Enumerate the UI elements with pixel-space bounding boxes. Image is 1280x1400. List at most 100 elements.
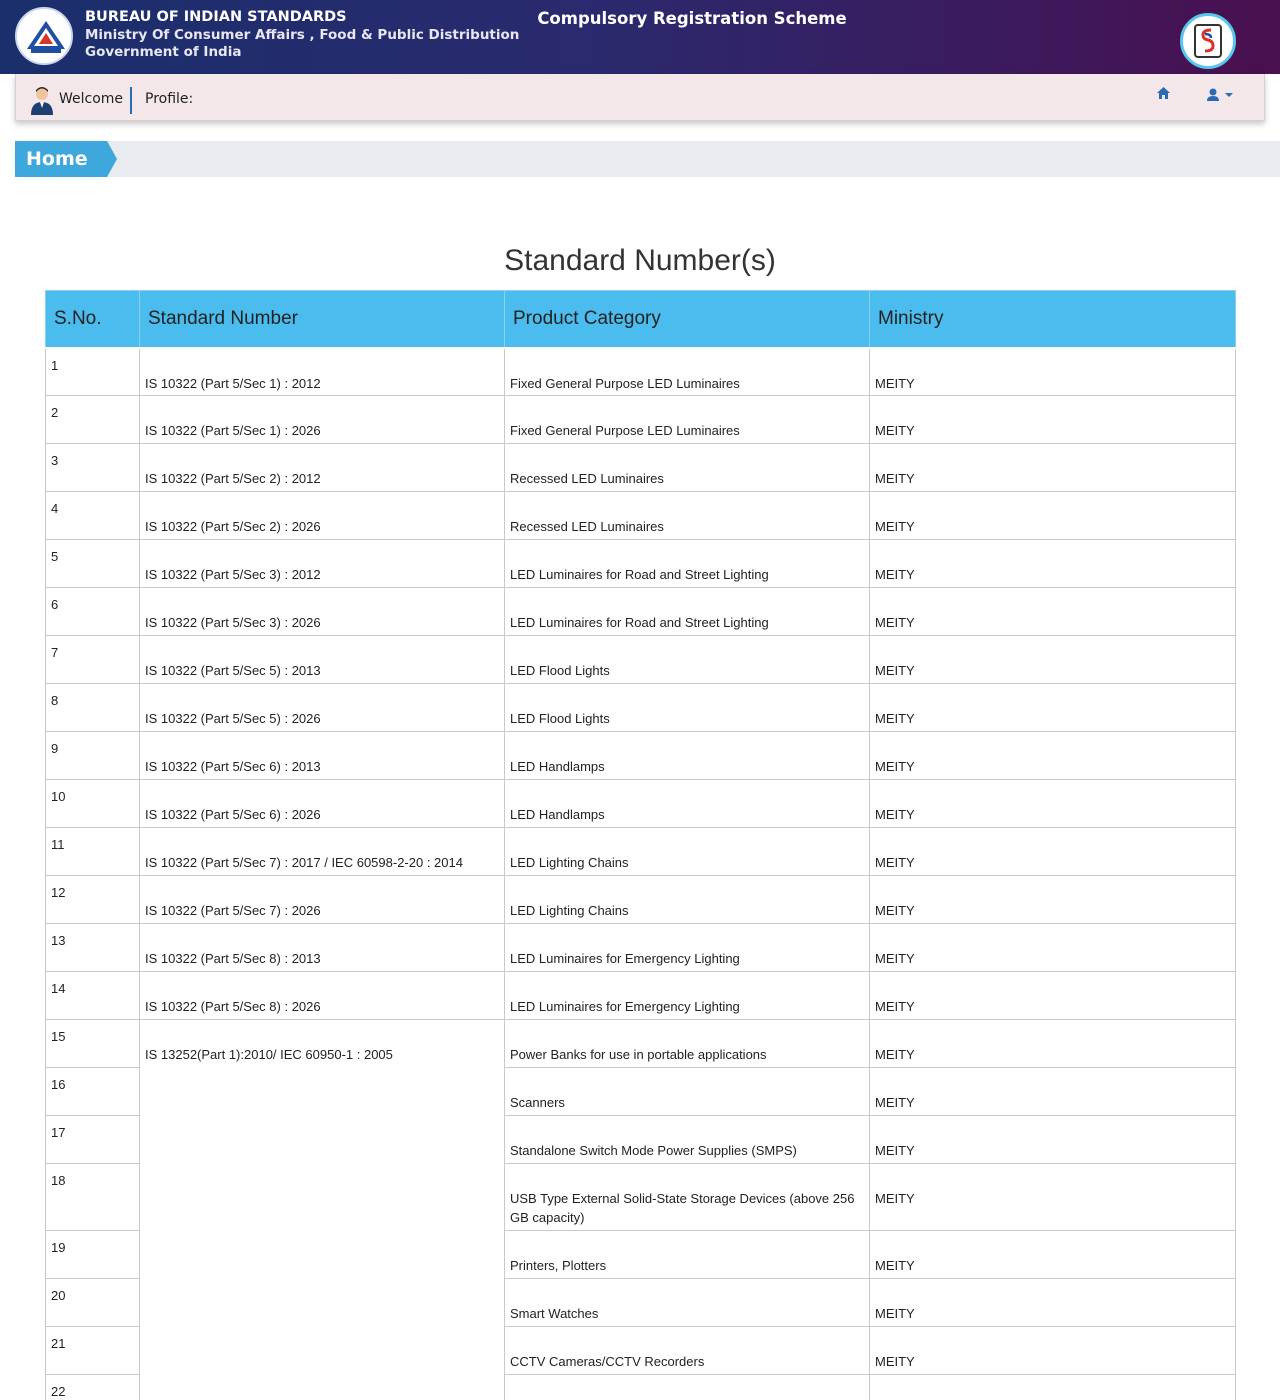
cell-sno: 5 [45,539,140,588]
standards-table: S.No. Standard Number Product Category M… [45,290,1236,1400]
cell-ministry: MEITY [869,1230,1236,1279]
cell-ministry: MEITY [869,1019,1236,1068]
cell-standard: IS 10322 (Part 5/Sec 2) : 2012 [139,443,505,492]
cell-sno: 4 [45,491,140,540]
cell-category: LED Handlamps [504,731,870,780]
cell-sno: 19 [45,1230,140,1279]
org-name: BUREAU OF INDIAN STANDARDS [85,9,347,25]
cell-category: Scanners [504,1067,870,1116]
table-row: 4 IS 10322 (Part 5/Sec 2) : 2026 Recesse… [45,491,1236,540]
breadcrumb-home[interactable]: Home [15,141,117,177]
table-row: 8 IS 10322 (Part 5/Sec 5) : 2026 LED Flo… [45,683,1236,732]
cell-category: LED Flood Lights [504,635,870,684]
cell-category: Recessed LED Luminaires [504,491,870,540]
cell-category: Fixed General Purpose LED Luminaires [504,347,870,396]
cell-ministry: MEITY [869,1067,1236,1116]
table-row: 5 IS 10322 (Part 5/Sec 3) : 2012 LED Lum… [45,539,1236,588]
cell-category: LED Luminaires for Emergency Lighting [504,923,870,972]
user-menu-button[interactable] [1206,87,1236,106]
header-product-category: Product Category [504,290,870,349]
cell-standard: IS 10322 (Part 5/Sec 3) : 2026 [139,587,505,636]
cell-sno: 8 [45,683,140,732]
ministry-name: Ministry Of Consumer Affairs , Food & Pu… [85,26,520,43]
page-title: Standard Number(s) [504,244,776,277]
cell-sno: 21 [45,1326,140,1375]
cell-standard: IS 10322 (Part 5/Sec 6) : 2013 [139,731,505,780]
table-row: 7 IS 10322 (Part 5/Sec 5) : 2013 LED Flo… [45,635,1236,684]
home-icon[interactable] [1156,86,1171,100]
cell-ministry: MEITY [869,1163,1236,1231]
header-sno: S.No. [45,290,140,349]
scheme-title: Compulsory Registration Scheme [537,9,847,28]
cell-standard: IS 13252(Part 1):2010/ IEC 60950-1 : 200… [139,1019,505,1400]
cell-standard: IS 10322 (Part 5/Sec 7) : 2017 / IEC 605… [139,827,505,876]
cell-category: USB Type External Solid-State Storage De… [504,1163,870,1231]
cell-standard: IS 10322 (Part 5/Sec 8) : 2013 [139,923,505,972]
cell-category: LED Flood Lights [504,683,870,732]
cell-ministry: MEITY [869,491,1236,540]
cell-sno: 17 [45,1115,140,1164]
cell-ministry: MEITY [869,635,1236,684]
crs-mark-icon [1194,24,1222,58]
cell-category: Recessed LED Luminaires [504,443,870,492]
cell-sno: 11 [45,827,140,876]
bis-logo [15,7,73,65]
org-text: BUREAU OF INDIAN STANDARDS Ministry Of C… [85,9,519,62]
cell-sno: 22 [45,1374,140,1400]
cell-ministry: MEITY [869,683,1236,732]
header-ministry: Ministry [869,290,1236,349]
cell-ministry: MEITY [869,875,1236,924]
cell-ministry: MEITY [869,923,1236,972]
table-row: 10 IS 10322 (Part 5/Sec 6) : 2026 LED Ha… [45,779,1236,828]
cell-category: Printers, Plotters [504,1230,870,1279]
table-row: 15 IS 13252(Part 1):2010/ IEC 60950-1 : … [45,1019,1236,1400]
cell-standard: IS 10322 (Part 5/Sec 8) : 2026 [139,971,505,1020]
cell-category: LED Luminaires for Road and Street Light… [504,587,870,636]
cell-category: LED Lighting Chains [504,875,870,924]
cell-sno: 13 [45,923,140,972]
cell-ministry: MEITY [869,1278,1236,1327]
cell-sno: 18 [45,1163,140,1231]
header-standard-number: Standard Number [139,290,505,349]
cell-ministry: MEITY [869,443,1236,492]
table-row: 3 IS 10322 (Part 5/Sec 2) : 2012 Recesse… [45,443,1236,492]
table-row: 11 IS 10322 (Part 5/Sec 7) : 2017 / IEC … [45,827,1236,876]
cell-category: Fixed General Purpose LED Luminaires [504,395,870,444]
cell-category: Smart Watches [504,1278,870,1327]
cell-sno: 15 [45,1019,140,1068]
cell-standard: IS 10322 (Part 5/Sec 6) : 2026 [139,779,505,828]
table-row: 9 IS 10322 (Part 5/Sec 6) : 2013 LED Han… [45,731,1236,780]
cell-sno: 7 [45,635,140,684]
cell-ministry: MEITY [869,395,1236,444]
cell-category: Standalone Switch Mode Power Supplies (S… [504,1115,870,1164]
cell-category: LED Handlamps [504,779,870,828]
cell-ministry: MEITY [869,1115,1236,1164]
welcome-text: Welcome [59,91,124,107]
user-dropdown-icon [1207,88,1233,101]
cell-ministry: MEITY [869,587,1236,636]
cell-sno: 14 [45,971,140,1020]
cell-category: LED Luminaires for Road and Street Light… [504,539,870,588]
cell-category [504,1374,870,1400]
cell-category: CCTV Cameras/CCTV Recorders [504,1326,870,1375]
cell-ministry: MEITY [869,971,1236,1020]
crs-logo [1180,13,1236,69]
table-header-row: S.No. Standard Number Product Category M… [45,290,1236,349]
cell-category: LED Luminaires for Emergency Lighting [504,971,870,1020]
cell-sno: 6 [45,587,140,636]
cell-sno: 20 [45,1278,140,1327]
cell-ministry: MEITY [869,539,1236,588]
cell-category: Power Banks for use in portable applicat… [504,1019,870,1068]
cell-sno: 16 [45,1067,140,1116]
cell-standard: IS 10322 (Part 5/Sec 5) : 2013 [139,635,505,684]
cell-sno: 10 [45,779,140,828]
nav-divider [130,87,132,114]
bis-emblem-icon [27,21,65,53]
cell-standard: IS 10322 (Part 5/Sec 2) : 2026 [139,491,505,540]
cell-standard: IS 10322 (Part 5/Sec 5) : 2026 [139,683,505,732]
top-header: BUREAU OF INDIAN STANDARDS Ministry Of C… [0,0,1280,74]
cell-sno: 2 [45,395,140,444]
cell-ministry: MEITY [869,827,1236,876]
profile-label: Profile: [145,91,194,107]
table-row: 6 IS 10322 (Part 5/Sec 3) : 2026 LED Lum… [45,587,1236,636]
